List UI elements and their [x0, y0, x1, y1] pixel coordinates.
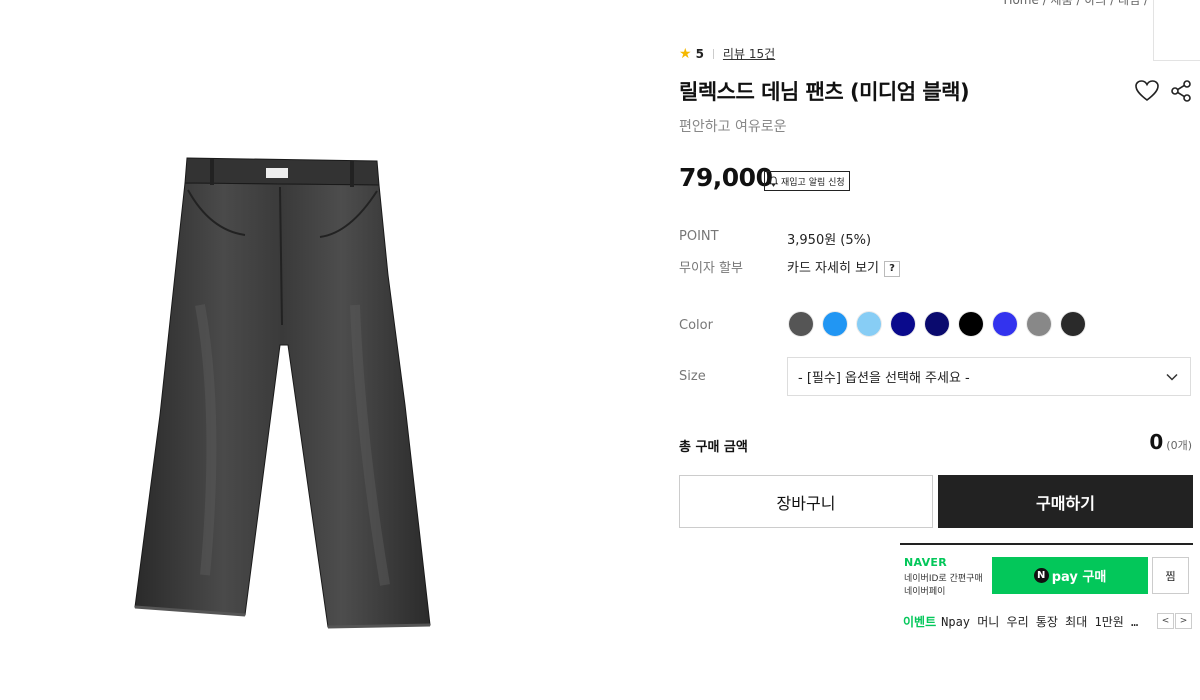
rating: ★ 5 리뷰 15건: [679, 45, 775, 62]
naver-pay-label: 네이버페이: [904, 587, 946, 597]
point-label: POINT: [679, 229, 719, 244]
total-count: (0개): [1166, 439, 1192, 452]
event-pager: < >: [1157, 613, 1193, 629]
total-label: 총 구매 금액: [679, 440, 748, 455]
review-count-link[interactable]: 리뷰 15건: [723, 45, 775, 62]
size-select-value: - [필수] 옵션을 선택해 주세요 -: [798, 371, 970, 386]
npay-buy-button[interactable]: N pay 구매: [992, 557, 1148, 594]
product-subtitle: 편안하고 여유로운: [679, 119, 787, 135]
color-swatch[interactable]: [993, 312, 1017, 336]
total-amount-value: 0: [1149, 430, 1164, 454]
npay-buy-label: pay 구매: [1051, 570, 1107, 585]
heart-icon[interactable]: [1135, 80, 1159, 102]
prev-arrow-icon[interactable]: <: [1157, 613, 1174, 629]
color-swatch[interactable]: [959, 312, 983, 336]
event-text: Npay 머니 우리 통장 최대 1만원 …: [941, 615, 1139, 629]
installment-value: 카드 자세히 보기?: [787, 257, 900, 277]
size-select[interactable]: - [필수] 옵션을 선택해 주세요 -: [787, 357, 1191, 396]
size-label: Size: [679, 369, 706, 384]
total-amount: 0 (0개): [1149, 430, 1192, 454]
rating-score: 5: [695, 46, 704, 61]
divider: [900, 543, 1193, 545]
installment-label: 무이자 할부: [679, 261, 743, 276]
color-swatch[interactable]: [789, 312, 813, 336]
naver-description: 네이버ID로 간편구매: [904, 574, 983, 584]
color-swatch[interactable]: [1061, 312, 1085, 336]
color-label: Color: [679, 318, 713, 333]
card-details-link[interactable]: 카드 자세히 보기: [787, 261, 879, 276]
npay-n-icon: N: [1033, 568, 1049, 583]
next-arrow-icon[interactable]: >: [1175, 613, 1192, 629]
share-icon[interactable]: [1170, 80, 1192, 102]
breadcrumb[interactable]: Home / 제품 / 하의 / 데님 /: [1003, 0, 1148, 8]
product-price: 79,000: [679, 163, 773, 192]
color-swatches: [789, 312, 1095, 336]
buy-now-button[interactable]: 구매하기: [938, 475, 1193, 528]
point-value: 3,950원 (5%): [787, 233, 872, 248]
color-swatch[interactable]: [891, 312, 915, 336]
add-to-cart-button[interactable]: 장바구니: [679, 475, 933, 528]
help-icon[interactable]: ?: [884, 260, 900, 277]
event-banner[interactable]: 이벤트 Npay 머니 우리 통장 최대 1만원 …: [903, 613, 1138, 630]
star-icon: ★: [679, 45, 692, 62]
color-swatch[interactable]: [857, 312, 881, 336]
product-title: 릴렉스드 데님 팬츠 (미디엄 블랙): [679, 80, 970, 104]
restock-alert-button[interactable]: 재입고 알림 신청: [764, 171, 850, 191]
divider: [712, 48, 714, 59]
product-image: [130, 155, 450, 635]
bell-icon: [768, 175, 779, 187]
zzim-button[interactable]: 찜: [1152, 557, 1189, 594]
color-swatch[interactable]: [1027, 312, 1051, 336]
chevron-down-icon: [1166, 373, 1178, 381]
color-swatch[interactable]: [823, 312, 847, 336]
event-tag: 이벤트: [903, 615, 937, 629]
naver-logo: NAVER: [904, 556, 947, 569]
color-swatch[interactable]: [925, 312, 949, 336]
side-panel-box: [1153, 0, 1200, 61]
restock-label: 재입고 알림 신청: [781, 177, 845, 188]
